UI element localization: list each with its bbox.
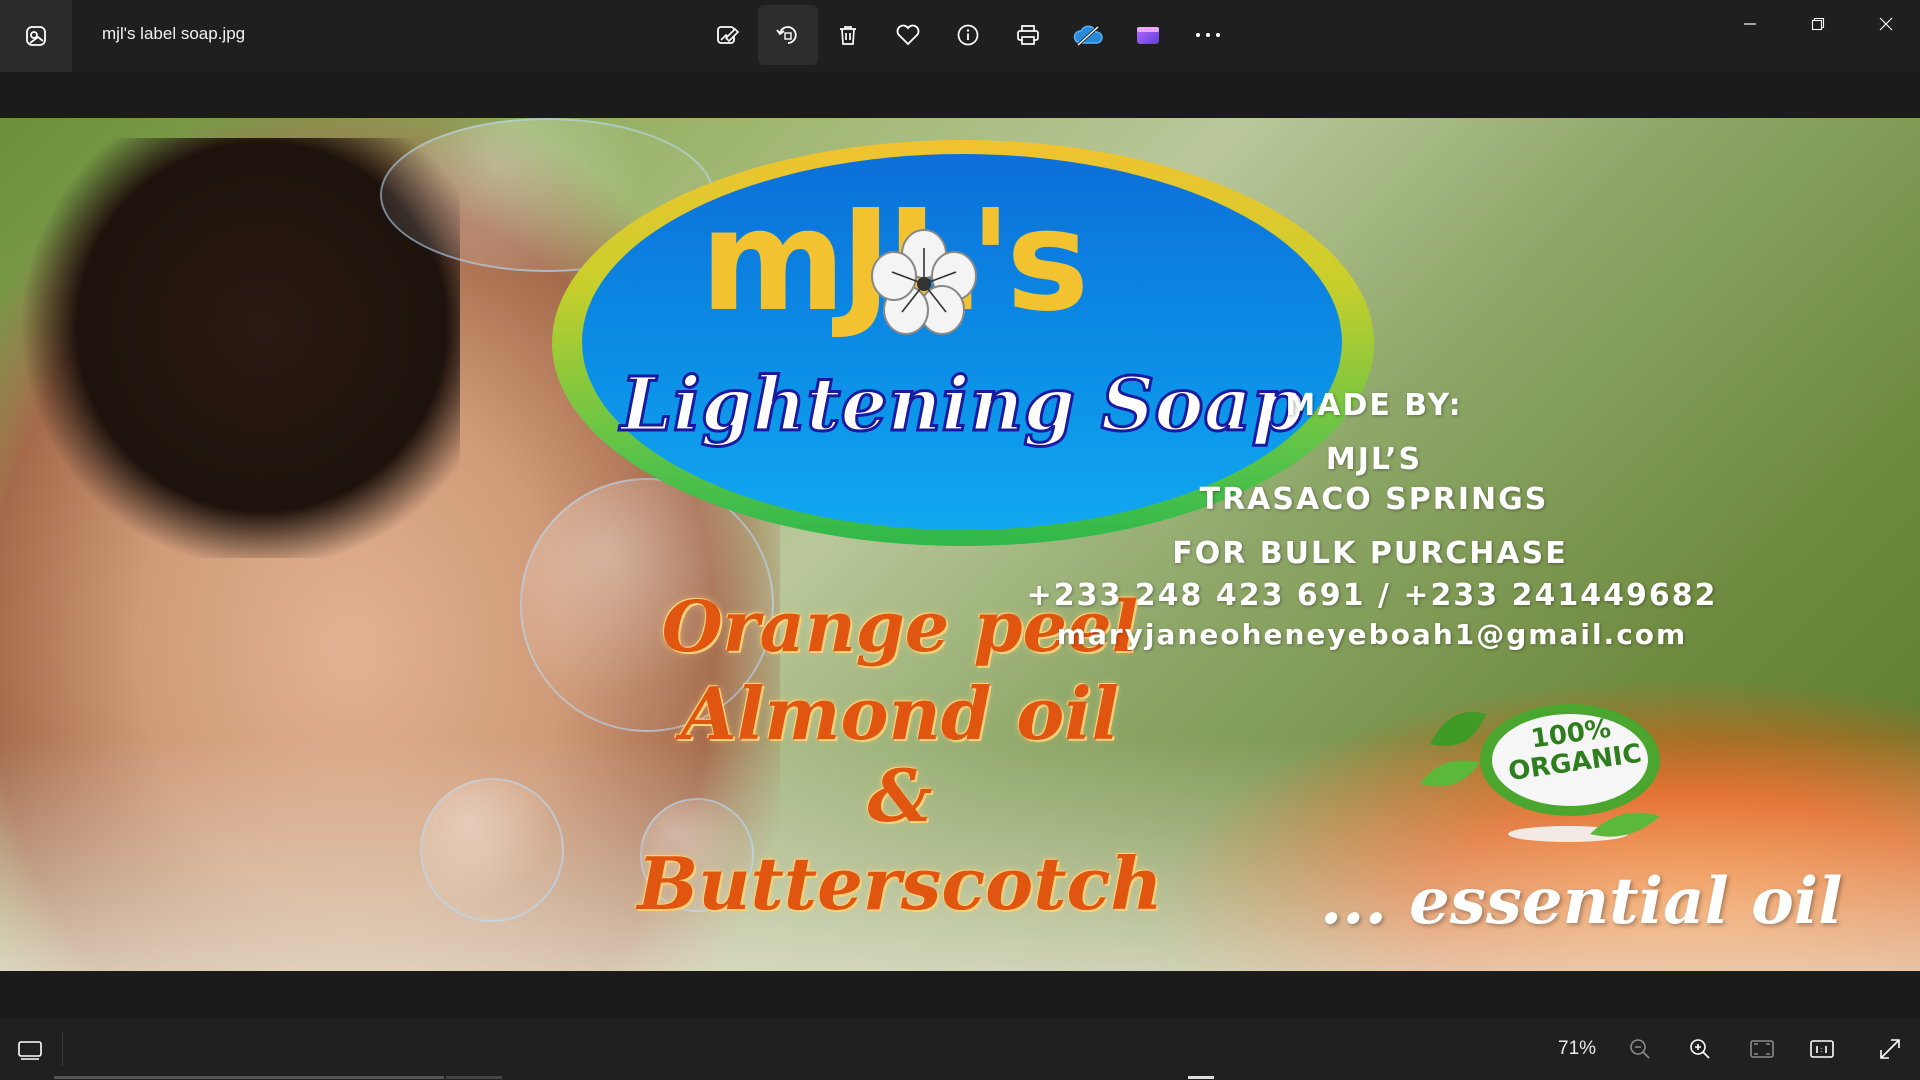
- filmstrip-scrollbar-segment[interactable]: [446, 1076, 502, 1079]
- minimize-button[interactable]: [1716, 0, 1784, 48]
- filmstrip-position-marker: [1188, 1076, 1214, 1079]
- file-name: mjl's label soap.jpg: [102, 24, 246, 43]
- phone-numbers: +233 248 423 691 / +233 241449682: [1026, 578, 1718, 613]
- more-icon: [1196, 33, 1220, 37]
- zoom-out-button[interactable]: [1620, 1030, 1660, 1068]
- toolbar: [698, 5, 1238, 65]
- clipchamp-button[interactable]: [1118, 5, 1178, 65]
- bulk-purchase-label: FOR BULK PURCHASE: [1172, 536, 1568, 571]
- actual-size-icon: [1810, 1040, 1834, 1058]
- minimize-icon: [1744, 23, 1756, 25]
- scent-line-3: &: [867, 753, 933, 838]
- onedrive-button[interactable]: [1058, 5, 1118, 65]
- bubble: [420, 778, 564, 922]
- restore-icon: [1811, 17, 1825, 31]
- essential-oil-text: ... essential oil: [1320, 864, 1843, 939]
- close-icon: [1879, 17, 1893, 31]
- rotate-icon: [776, 26, 797, 44]
- maker-location: TRASACO SPRINGS: [1199, 482, 1549, 517]
- maker-name: MJL’S: [1325, 442, 1423, 477]
- fullscreen-button[interactable]: [1870, 1030, 1910, 1068]
- rotate-button[interactable]: [758, 5, 818, 65]
- email-address: maryjaneoheneyeboah1@gmail.com: [1056, 618, 1688, 651]
- displayed-image[interactable]: mJL's Lightening Soap Orange peel Almond…: [0, 118, 1920, 971]
- close-button[interactable]: [1852, 0, 1920, 48]
- fit-window-icon: [1750, 1040, 1774, 1058]
- divider: [62, 1032, 63, 1066]
- more-button[interactable]: [1178, 5, 1238, 65]
- restore-button[interactable]: [1784, 0, 1852, 48]
- title-bar: mjl's label soap.jpg: [0, 0, 1920, 72]
- edit-image-button[interactable]: [698, 5, 758, 65]
- zoom-in-icon: [1690, 1039, 1710, 1059]
- photos-app-icon: [26, 26, 46, 46]
- fullscreen-icon: [1880, 1039, 1900, 1059]
- printer-icon: [1017, 25, 1039, 45]
- filmstrip-scrollbar[interactable]: [54, 1076, 444, 1079]
- made-by-label: MADE BY:: [1285, 388, 1463, 423]
- edit-image-icon: [717, 26, 740, 44]
- actual-size-button[interactable]: [1802, 1030, 1842, 1068]
- info-icon: [957, 24, 979, 46]
- fit-to-window-button[interactable]: [1742, 1030, 1782, 1068]
- photos-app-button[interactable]: [0, 0, 72, 72]
- trash-icon: [840, 26, 856, 45]
- scent-line-2: Almond oil: [681, 671, 1119, 756]
- info-button[interactable]: [938, 5, 998, 65]
- window-controls: [1716, 0, 1920, 48]
- filmstrip-button[interactable]: [8, 1032, 52, 1068]
- scent-line-4: Butterscotch: [637, 841, 1163, 926]
- zoom-in-button[interactable]: [1680, 1030, 1720, 1068]
- video-editor-icon: [1137, 27, 1159, 44]
- zoom-level: 71%: [1558, 1038, 1597, 1059]
- filmstrip-icon: [18, 1041, 42, 1060]
- print-button[interactable]: [998, 5, 1058, 65]
- flower-icon: [871, 229, 977, 335]
- delete-button[interactable]: [818, 5, 878, 65]
- cloud-icon: [1073, 25, 1103, 47]
- heart-icon: [896, 24, 920, 46]
- favorite-button[interactable]: [878, 5, 938, 65]
- status-bar: 71%: [0, 1018, 1920, 1080]
- zoom-out-icon: [1630, 1039, 1650, 1059]
